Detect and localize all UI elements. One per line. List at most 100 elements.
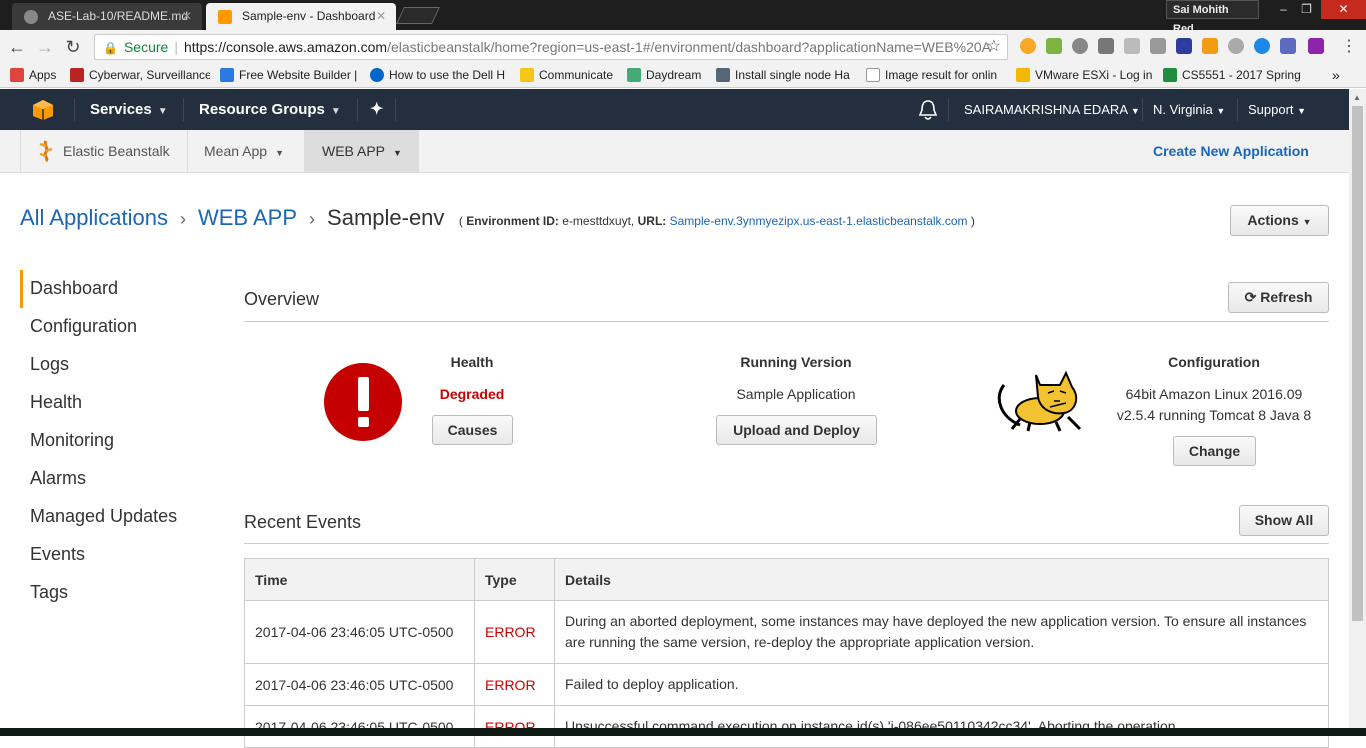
health-panel: Health Degraded xyxy=(412,354,532,402)
sidebar-item-logs[interactable]: Logs xyxy=(20,346,210,384)
sidebar-item-dashboard[interactable]: Dashboard xyxy=(20,270,210,308)
app-menu-mean-app[interactable]: Mean App ▼ xyxy=(187,130,305,173)
scroll-up-icon[interactable]: ▲ xyxy=(1353,93,1361,102)
secure-label: Secure xyxy=(123,39,169,55)
sidebar-item-health[interactable]: Health xyxy=(20,384,210,422)
health-title: Health xyxy=(450,354,494,370)
tab-title: ASE-Lab-10/README.md xyxy=(48,9,189,23)
create-new-application-link[interactable]: Create New Application xyxy=(1153,130,1309,173)
pin-icon[interactable]: ✦ xyxy=(370,89,383,130)
account-menu[interactable]: SAIRAMAKRISHNA EDARA ▼ xyxy=(964,89,1140,130)
menu-icon[interactable]: ⋮ xyxy=(1338,36,1360,58)
refresh-button[interactable]: ⟳ Refresh xyxy=(1228,282,1329,313)
bookmark-item[interactable]: Image result for onlin xyxy=(866,64,1006,87)
aws-box-icon xyxy=(218,10,232,24)
event-time: 2017-04-06 23:46:05 UTC-0500 xyxy=(244,600,475,664)
sidebar-item-events[interactable]: Events xyxy=(20,536,210,574)
back-icon[interactable]: ← xyxy=(6,36,28,58)
bookmark-item[interactable]: VMware ESXi - Log in xyxy=(1016,64,1152,87)
aws-cube-icon[interactable] xyxy=(32,99,54,121)
maximize-icon[interactable]: ❐ xyxy=(1293,0,1320,19)
browser-tab[interactable]: ASE-Lab-10/README.md ✕ xyxy=(12,3,202,30)
more-bookmarks-icon[interactable]: » xyxy=(1332,64,1340,87)
actions-button[interactable]: Actions ▼ xyxy=(1230,205,1329,236)
chevron-down-icon: ▼ xyxy=(157,106,168,117)
column-header-details[interactable]: Details xyxy=(554,558,1329,601)
address-bar[interactable]: 🔒 Secure | https://console.aws.amazon.com/e… xyxy=(94,34,1008,60)
window-close-icon[interactable]: ✕ xyxy=(1321,0,1366,19)
extension-icon[interactable] xyxy=(1176,38,1192,54)
extension-icon[interactable] xyxy=(1228,38,1244,54)
change-button[interactable]: Change xyxy=(1173,436,1256,466)
elastic-beanstalk-home[interactable]: Elastic Beanstalk xyxy=(20,130,188,173)
sheets-icon xyxy=(1163,68,1177,82)
running-version-title: Running Version xyxy=(740,354,852,370)
extension-icon[interactable] xyxy=(1150,38,1166,54)
chevron-down-icon: ▼ xyxy=(1216,106,1226,116)
services-menu[interactable]: Services ▼ xyxy=(90,89,168,130)
upload-and-deploy-button[interactable]: Upload and Deploy xyxy=(716,415,877,445)
causes-button[interactable]: Causes xyxy=(432,415,513,445)
tomcat-logo-icon xyxy=(997,370,1082,432)
event-details: During an aborted deployment, some insta… xyxy=(554,600,1329,664)
bookmark-item[interactable]: How to use the Dell H xyxy=(370,64,510,87)
breadcrumb-app[interactable]: WEB APP xyxy=(198,205,297,230)
bookmark-item[interactable]: Install single node Ha xyxy=(716,64,856,87)
page-title: Sample-env xyxy=(327,205,445,230)
profile-button[interactable]: Sai Mohith Red... xyxy=(1166,0,1259,35)
reload-icon[interactable]: ↻ xyxy=(62,36,84,58)
service-subnav: Elastic Beanstalk Mean App ▼ WEB APP ▼ Cre… xyxy=(0,130,1349,173)
chevron-down-icon: ▼ xyxy=(1302,217,1312,227)
browser-tab-active[interactable]: Sample-env - Dashboard ✕ xyxy=(206,3,396,30)
close-icon[interactable]: ✕ xyxy=(182,3,192,30)
sidebar-item-managed-updates[interactable]: Managed Updates xyxy=(20,498,210,536)
forward-icon[interactable]: → xyxy=(34,36,56,58)
page-scrollbar[interactable]: ▲ xyxy=(1349,89,1366,736)
support-menu[interactable]: Support ▼ xyxy=(1248,89,1306,130)
extension-icon[interactable] xyxy=(1020,38,1036,54)
sidebar-item-alarms[interactable]: Alarms xyxy=(20,460,210,498)
extension-icon[interactable] xyxy=(1098,38,1114,54)
lock-icon: 🔒 xyxy=(103,41,118,55)
scrollbar-thumb[interactable] xyxy=(1352,106,1363,621)
column-header-time[interactable]: Time xyxy=(244,558,475,601)
event-type: ERROR xyxy=(474,600,555,664)
sidebar-item-configuration[interactable]: Configuration xyxy=(20,308,210,346)
column-header-type[interactable]: Type xyxy=(474,558,555,601)
chevron-down-icon: ▼ xyxy=(275,148,284,158)
avatar-icon xyxy=(716,68,730,82)
app-menu-web-app[interactable]: WEB APP ▼ xyxy=(305,130,419,173)
bookmark-star-icon[interactable]: ☆ xyxy=(987,35,1001,59)
show-all-button[interactable]: Show All xyxy=(1239,505,1329,536)
bell-icon[interactable] xyxy=(918,99,938,121)
bookmark-item[interactable]: CS5551 - 2017 Spring xyxy=(1163,64,1301,87)
sidebar-item-monitoring[interactable]: Monitoring xyxy=(20,422,210,460)
extension-icon[interactable] xyxy=(1280,38,1296,54)
bookmarks-bar: Apps Cyberwar, Surveillance Free Website… xyxy=(0,64,1366,88)
sidebar-item-tags[interactable]: Tags xyxy=(20,574,210,612)
breadcrumb-all-applications[interactable]: All Applications xyxy=(20,205,168,230)
extension-icon[interactable] xyxy=(1254,38,1270,54)
event-time: 2017-04-06 23:46:05 UTC-0500 xyxy=(244,705,475,748)
resource-groups-menu[interactable]: Resource Groups ▼ xyxy=(199,89,341,130)
table-header-row: Time Type Details xyxy=(244,558,1329,601)
bookmark-apps[interactable]: Apps xyxy=(10,64,56,87)
event-details: Failed to deploy application. xyxy=(554,663,1329,706)
extension-icon[interactable] xyxy=(1202,38,1218,54)
daydream-icon xyxy=(627,68,641,82)
region-menu[interactable]: N. Virginia ▼ xyxy=(1153,89,1225,130)
edx-icon xyxy=(70,68,84,82)
extension-icon[interactable] xyxy=(1308,38,1324,54)
extension-icon[interactable] xyxy=(1072,38,1088,54)
extension-icon[interactable] xyxy=(1046,38,1062,54)
bookmark-item[interactable]: Free Website Builder | xyxy=(220,64,360,87)
apps-grid-icon xyxy=(10,68,24,82)
extension-icon[interactable] xyxy=(1124,38,1140,54)
bookmark-item[interactable]: Communicate xyxy=(520,64,613,87)
configuration-stack: v2.5.4 running Tomcat 8 Java 8 xyxy=(1116,407,1312,423)
new-tab-button[interactable] xyxy=(396,7,440,24)
bookmark-item[interactable]: Daydream xyxy=(627,64,701,87)
bookmark-item[interactable]: Cyberwar, Surveillance xyxy=(70,64,210,87)
environment-url-link[interactable]: Sample-env.3ynmyezipx.us-east-1.elasticb… xyxy=(670,214,968,228)
close-icon[interactable]: ✕ xyxy=(376,3,386,30)
